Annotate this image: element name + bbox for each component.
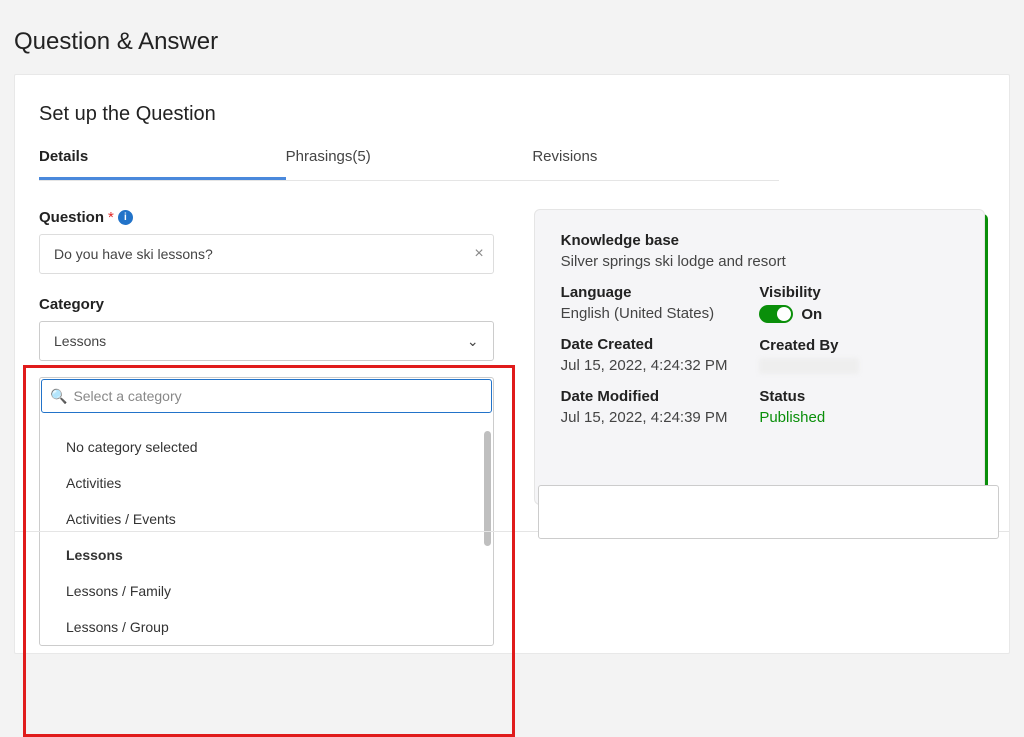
clear-icon[interactable]: ×	[474, 245, 483, 263]
list-item[interactable]: Lessons	[66, 537, 493, 573]
page-title: Question & Answer	[0, 0, 1024, 74]
tab-revisions[interactable]: Revisions	[532, 148, 779, 180]
tab-details[interactable]: Details	[39, 148, 286, 180]
createdby-value	[759, 358, 859, 374]
question-input[interactable]	[39, 234, 494, 274]
search-icon: 🔍	[50, 388, 67, 405]
tabs: Details Phrasings(5) Revisions	[39, 148, 779, 181]
left-column: Question * i × Category Lessons ⌄ 🔍	[39, 209, 494, 646]
visibility-toggle-row: On	[759, 305, 958, 323]
tab-phrasings[interactable]: Phrasings(5)	[286, 148, 533, 180]
list-item[interactable]: Lessons / Group	[66, 609, 493, 645]
category-label-text: Category	[39, 296, 104, 313]
section-title: Set up the Question	[39, 103, 985, 126]
list-item[interactable]: Lessons / Family	[66, 573, 493, 609]
question-input-wrap: ×	[39, 234, 494, 274]
created-value: Jul 15, 2022, 4:24:32 PM	[561, 357, 760, 374]
visibility-toggle[interactable]	[759, 305, 793, 323]
chevron-down-icon: ⌄	[467, 333, 479, 350]
createdby-label: Created By	[759, 337, 958, 354]
list-item[interactable]: No category selected	[66, 429, 493, 465]
category-search-input[interactable]	[73, 388, 482, 404]
status-value: Published	[759, 409, 958, 426]
category-select[interactable]: Lessons ⌄	[39, 321, 494, 361]
category-list: No category selected Activities Activiti…	[40, 429, 493, 645]
visibility-label: Visibility	[759, 284, 958, 301]
category-selected-value: Lessons	[54, 333, 106, 349]
modified-value: Jul 15, 2022, 4:24:39 PM	[561, 409, 760, 426]
category-list-wrap: No category selected Activities Activiti…	[40, 429, 493, 645]
category-search-row: 🔍	[41, 379, 492, 413]
required-star: *	[108, 209, 114, 226]
scrollbar[interactable]	[484, 431, 491, 546]
question-label-text: Question	[39, 209, 104, 226]
lang-label: Language	[561, 284, 760, 301]
created-label: Date Created	[561, 336, 760, 353]
bottom-box[interactable]	[538, 485, 999, 539]
lang-value: English (United States)	[561, 305, 760, 322]
content-card: Set up the Question Details Phrasings(5)…	[14, 74, 1010, 654]
side-panel: Knowledge base Silver springs ski lodge …	[534, 209, 985, 505]
category-label: Category	[39, 296, 494, 313]
kb-value: Silver springs ski lodge and resort	[561, 253, 958, 270]
info-icon[interactable]: i	[118, 210, 133, 225]
category-block: Category Lessons ⌄ 🔍 No category selecte…	[39, 296, 494, 646]
list-item[interactable]: Activities	[66, 465, 493, 501]
visibility-value: On	[801, 306, 822, 323]
status-label: Status	[759, 388, 958, 405]
modified-label: Date Modified	[561, 388, 760, 405]
kb-label: Knowledge base	[561, 232, 958, 249]
question-label: Question * i	[39, 209, 494, 226]
category-dropdown: 🔍 No category selected Activities Activi…	[39, 377, 494, 646]
